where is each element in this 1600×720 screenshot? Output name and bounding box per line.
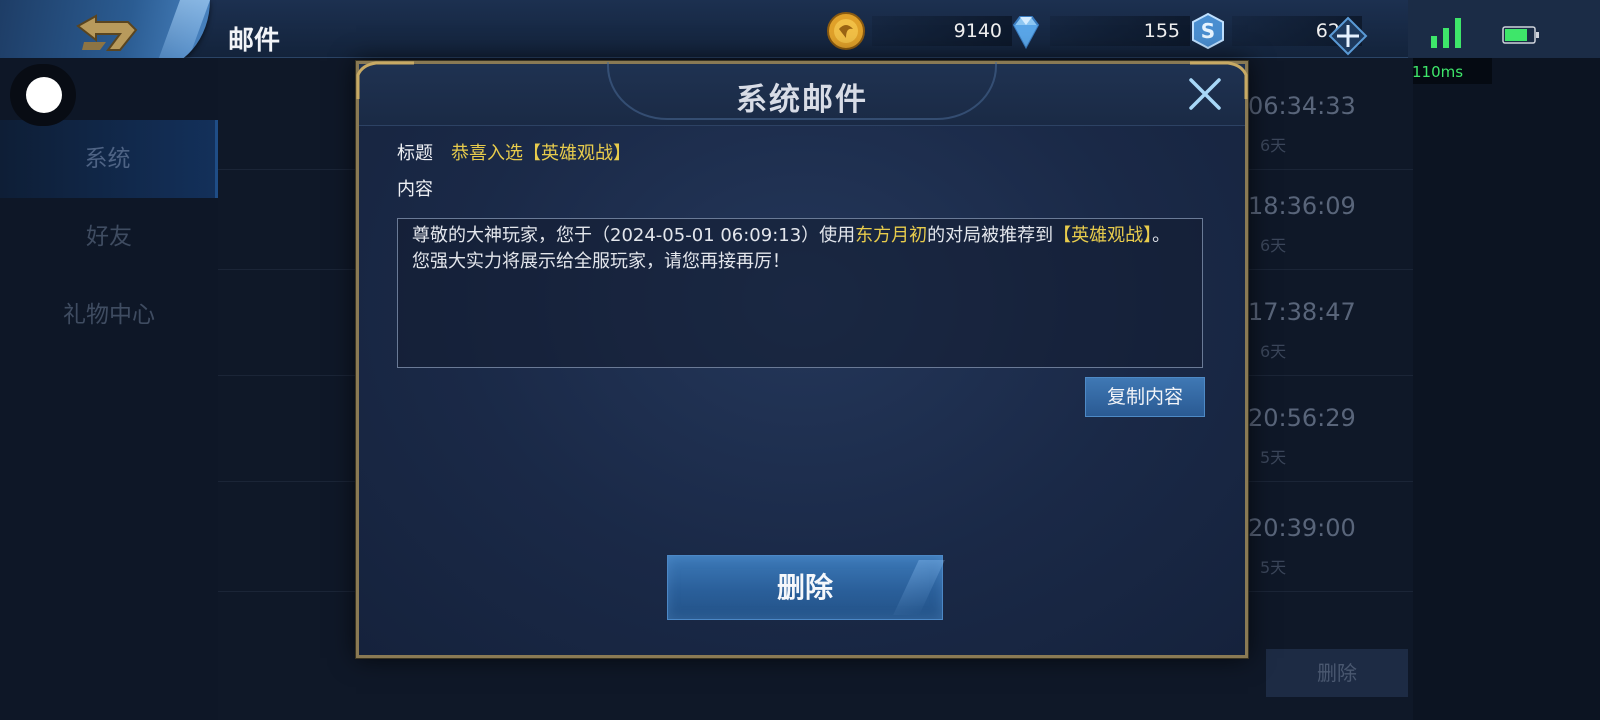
content-label: 内容 bbox=[397, 179, 433, 200]
sidebar-item-gift-center[interactable]: 礼物中心 bbox=[0, 276, 218, 354]
svg-text:S: S bbox=[1201, 19, 1215, 43]
sidebar-item-system[interactable]: 系统 bbox=[0, 120, 218, 198]
diamond-amount: 155 bbox=[1050, 16, 1190, 46]
ticket-icon: S bbox=[1192, 12, 1224, 50]
mail-time: 18:36:09 bbox=[1248, 192, 1356, 220]
background-delete-button[interactable]: 删除 bbox=[1266, 649, 1408, 697]
mail-time: 20:56:29 bbox=[1248, 404, 1356, 432]
system-mail-dialog: 系统邮件 标题 恭喜入选【英雄观战】 内容 尊敬的大神玩家，您于（2024-05… bbox=[356, 61, 1248, 658]
page-title: 邮件 bbox=[228, 26, 281, 56]
gold-coin-icon bbox=[827, 12, 865, 50]
back-arrow-icon[interactable] bbox=[70, 12, 140, 56]
diamond-currency: 155 bbox=[1006, 14, 1190, 50]
mail-time: 20:39:00 bbox=[1248, 514, 1356, 542]
feature-tag: 【英雄观战】 bbox=[1053, 225, 1153, 246]
floating-assistant-button[interactable] bbox=[10, 64, 76, 126]
body-text: 的对局被推荐到 bbox=[927, 225, 1054, 246]
gold-amount: 9140 bbox=[872, 16, 1012, 46]
diamond-icon bbox=[1012, 16, 1040, 50]
signal-strength-icon bbox=[1431, 18, 1461, 48]
ping-value: 110ms bbox=[1412, 63, 1464, 81]
delete-mail-button[interactable]: 删除 bbox=[667, 555, 943, 620]
body-text: 。 bbox=[1152, 225, 1171, 246]
gold-currency: 9140 bbox=[826, 12, 1012, 50]
mail-expiry: 5天 bbox=[1260, 448, 1287, 467]
assistant-dot-icon bbox=[26, 77, 62, 113]
mail-content-box: 尊敬的大神玩家，您于（2024-05-01 06:09:13）使用东方月初的对局… bbox=[397, 218, 1203, 368]
mail-time: 06:34:33 bbox=[1248, 92, 1356, 120]
battery-icon bbox=[1502, 26, 1539, 44]
sidebar-item-friends[interactable]: 好友 bbox=[0, 198, 218, 276]
mail-category-sidebar: 系统 好友 礼物中心 bbox=[0, 58, 218, 720]
add-currency-plus-icon[interactable] bbox=[1328, 16, 1368, 56]
close-icon[interactable] bbox=[1185, 74, 1225, 114]
copy-content-button[interactable]: 复制内容 bbox=[1085, 377, 1205, 417]
mail-expiry: 6天 bbox=[1260, 342, 1287, 361]
body-text: 尊敬的大神玩家，您于（2024-05-01 06:09:13）使用 bbox=[412, 225, 856, 246]
mail-expiry: 6天 bbox=[1260, 236, 1287, 255]
mail-time: 17:38:47 bbox=[1248, 298, 1356, 326]
body-text-line2: 您强大实力将展示给全服玩家，请您再接再厉！ bbox=[412, 251, 790, 272]
dialog-title: 系统邮件 bbox=[736, 82, 868, 118]
mail-expiry: 6天 bbox=[1260, 136, 1287, 155]
mail-expiry: 5天 bbox=[1260, 558, 1287, 577]
subject-value: 恭喜入选【英雄观战】 bbox=[451, 143, 631, 164]
subject-label: 标题 bbox=[397, 143, 433, 164]
hero-name: 东方月初 bbox=[855, 225, 928, 246]
